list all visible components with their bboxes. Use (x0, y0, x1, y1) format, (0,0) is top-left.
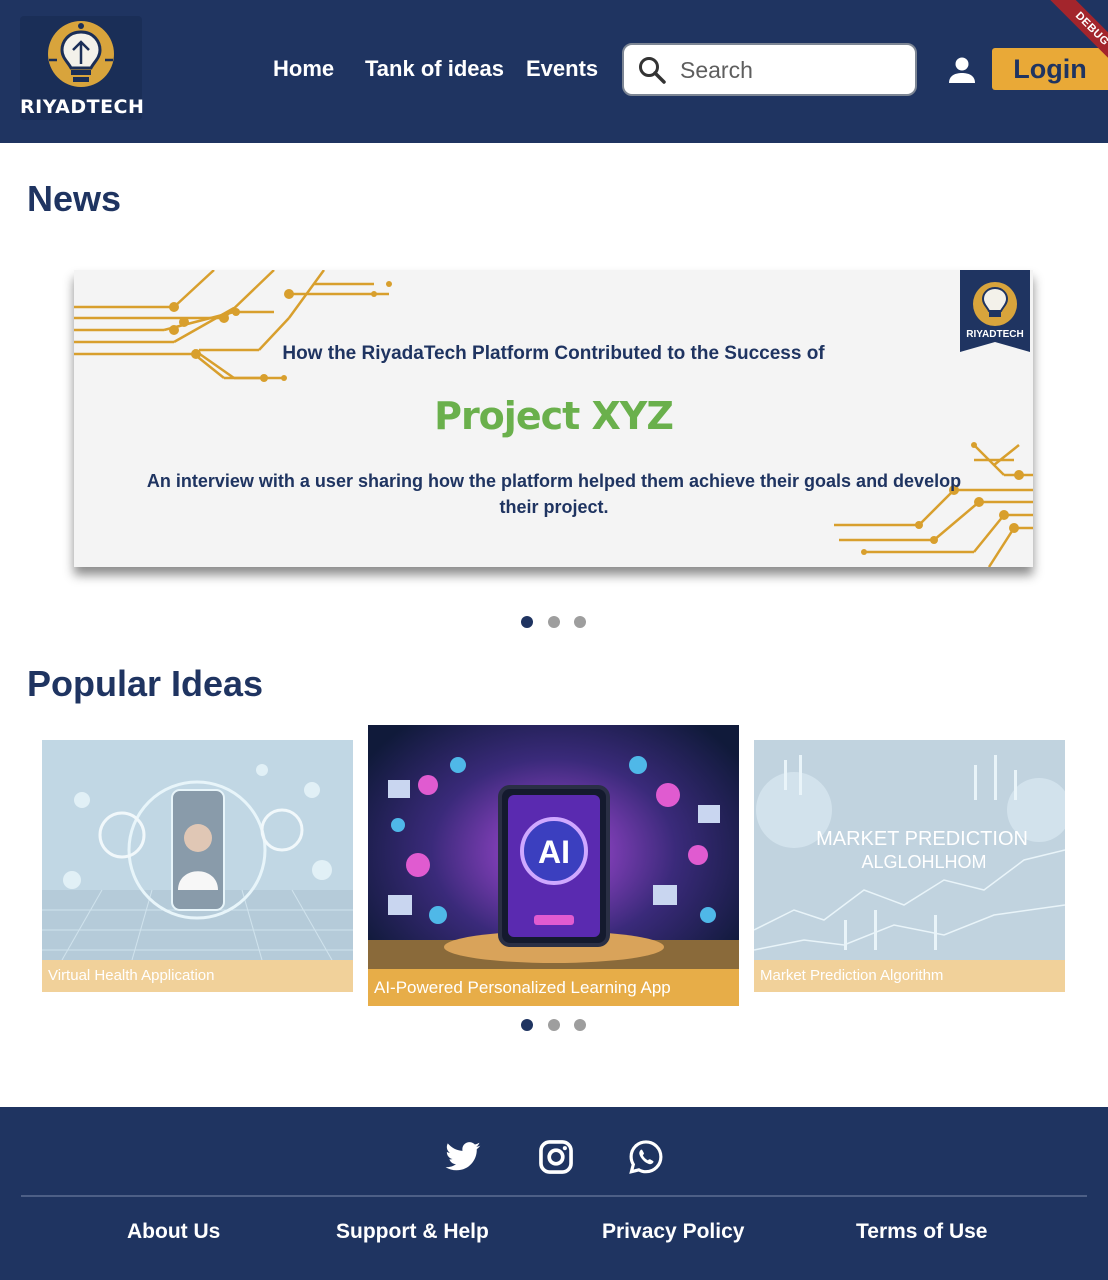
nav-events[interactable]: Events (526, 56, 598, 82)
news-project-title: Project XYZ (434, 394, 674, 438)
idea-card-market-prediction[interactable]: MARKET PREDICTION ALGLOHLHOM Market Pred… (754, 740, 1065, 992)
footer-divider (21, 1195, 1087, 1197)
idea-caption: Virtual Health Application (42, 960, 353, 992)
logo[interactable]: RIYADTECH (20, 16, 145, 120)
footer-link-support[interactable]: Support & Help (336, 1220, 489, 1244)
idea-card-virtual-health[interactable]: Virtual Health Application (42, 740, 353, 992)
carousel-dot-2[interactable] (548, 616, 560, 628)
virtual-health-image (42, 740, 353, 992)
footer-link-terms[interactable]: Terms of Use (856, 1220, 988, 1244)
debug-banner: DEBUG (1040, 0, 1108, 68)
instagram-icon[interactable] (537, 1138, 575, 1176)
idea-caption: AI-Powered Personalized Learning App (368, 969, 739, 1006)
nav-home[interactable]: Home (273, 56, 334, 82)
news-carousel-dots (520, 616, 590, 630)
whatsapp-icon[interactable] (627, 1138, 665, 1176)
carousel-dot-3[interactable] (574, 616, 586, 628)
carousel-dot-3[interactable] (574, 1019, 586, 1031)
popular-ideas-heading: Popular Ideas (27, 663, 264, 704)
news-heading: News (27, 178, 122, 219)
idea-card-ai-learning[interactable]: AI AI-Powered Personalized Learning App (368, 725, 739, 1006)
footer-link-privacy[interactable]: Privacy Policy (602, 1220, 744, 1244)
ai-learning-image: AI (368, 725, 739, 1006)
svg-text:ALGLOHLHOM: ALGLOHLHOM (861, 852, 986, 872)
search-input[interactable] (680, 53, 900, 87)
market-image-text: MARKET PREDICTION (816, 828, 1028, 850)
search-box[interactable] (622, 43, 917, 96)
news-headline: How the RiyadaTech Platform Contributed … (282, 343, 825, 364)
carousel-dot-2[interactable] (548, 1019, 560, 1031)
debug-label: DEBUG (1043, 0, 1108, 68)
nav-tank-of-ideas[interactable]: Tank of ideas (365, 56, 504, 82)
footer: About Us Support & Help Privacy Policy T… (0, 1107, 1108, 1280)
user-icon[interactable] (947, 55, 977, 85)
badge-text: RIYADTECH (966, 329, 1024, 340)
news-description: An interview with a user sharing how the… (146, 471, 962, 517)
market-prediction-image: MARKET PREDICTION ALGLOHLHOM (754, 740, 1065, 992)
news-slide[interactable]: RIYADTECH How the RiyadaTech Platform Co… (74, 270, 1033, 567)
carousel-dot-1[interactable] (521, 1019, 533, 1031)
search-icon (639, 57, 666, 84)
footer-link-about[interactable]: About Us (127, 1220, 220, 1244)
idea-caption: Market Prediction Algorithm (754, 960, 1065, 992)
twitter-icon[interactable] (444, 1138, 482, 1176)
logo-text: RIYADTECH (20, 96, 145, 118)
lightbulb-logo-icon (48, 21, 114, 87)
ideas-carousel-dots (520, 1019, 590, 1033)
top-header: RIYADTECH Home Tank of ideas Events Logi… (0, 0, 1108, 143)
ai-text: AI (538, 834, 570, 870)
carousel-dot-1[interactable] (521, 616, 533, 628)
